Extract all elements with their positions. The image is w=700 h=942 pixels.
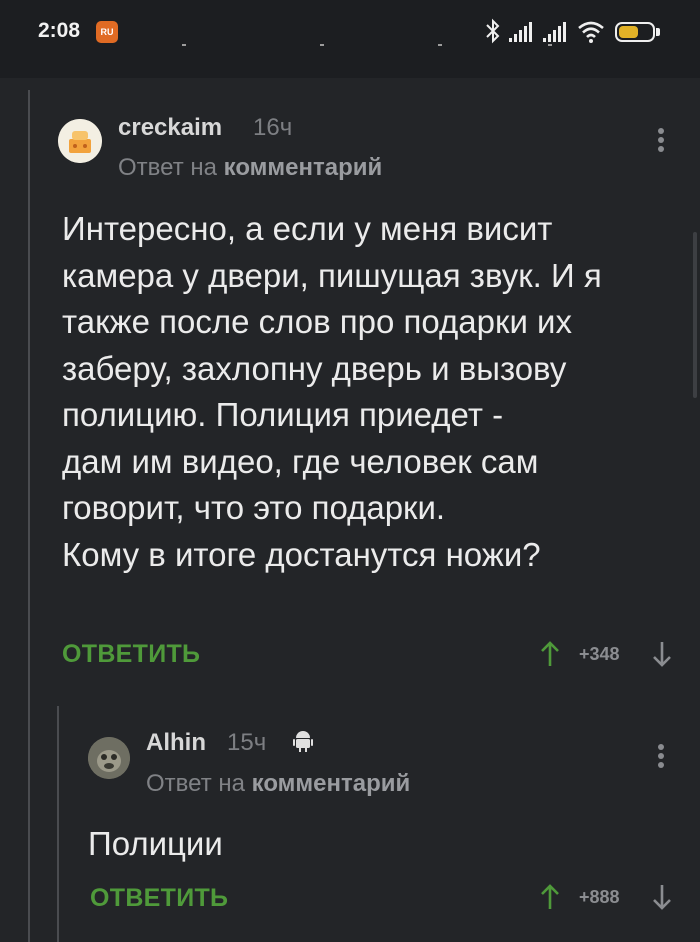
rating: +888: [579, 887, 620, 907]
reply-reference[interactable]: Ответ на комментарий: [146, 770, 410, 798]
thread-line: [28, 90, 30, 942]
battery-icon: [615, 22, 655, 42]
avatar[interactable]: [88, 737, 130, 779]
app-notification-icon: RU: [96, 21, 118, 43]
avatar-image: [88, 737, 130, 779]
avatar[interactable]: [58, 119, 102, 163]
more-options-icon[interactable]: [657, 128, 665, 154]
more-options-icon[interactable]: [657, 744, 665, 770]
status-bar: 2:08 RU: [0, 0, 700, 78]
bluetooth-icon: [486, 18, 500, 44]
wifi-icon: [578, 21, 604, 43]
battery-fill: [619, 26, 638, 38]
reply-button[interactable]: ОТВЕТИТЬ: [90, 884, 228, 913]
comment-time: 16ч: [253, 114, 293, 141]
downvote-arrow-icon[interactable]: [650, 640, 674, 668]
reply-target[interactable]: комментарий: [224, 154, 383, 181]
signal-icon: [509, 22, 532, 42]
downvote-arrow-icon[interactable]: [650, 883, 674, 911]
comment-author[interactable]: Alhin: [146, 729, 206, 757]
comment-text: Полиции: [88, 825, 223, 862]
reply-reference[interactable]: Ответ на комментарий: [118, 154, 382, 182]
reply-target[interactable]: комментарий: [252, 770, 411, 797]
avatar-image: [58, 119, 102, 163]
status-time: 2:08: [38, 19, 81, 42]
comment-author[interactable]: creckaim: [118, 114, 222, 142]
scrollbar[interactable]: [693, 232, 697, 398]
signal-icon: [543, 22, 566, 42]
reply-prefix: Ответ на: [118, 154, 217, 181]
status-decoration: [180, 44, 580, 50]
reply-button[interactable]: ОТВЕТИТЬ: [62, 640, 200, 669]
reply-prefix: Ответ на: [146, 770, 245, 797]
rating: +348: [579, 644, 620, 664]
comment-text: Интересно, а если у меня висит камера у …: [62, 210, 602, 573]
android-icon: [293, 731, 313, 752]
upvote-arrow-icon[interactable]: [538, 883, 562, 911]
thread-line: [57, 706, 59, 942]
battery-cap: [656, 28, 660, 36]
comment-time: 15ч: [227, 729, 267, 756]
upvote-arrow-icon[interactable]: [538, 640, 562, 668]
